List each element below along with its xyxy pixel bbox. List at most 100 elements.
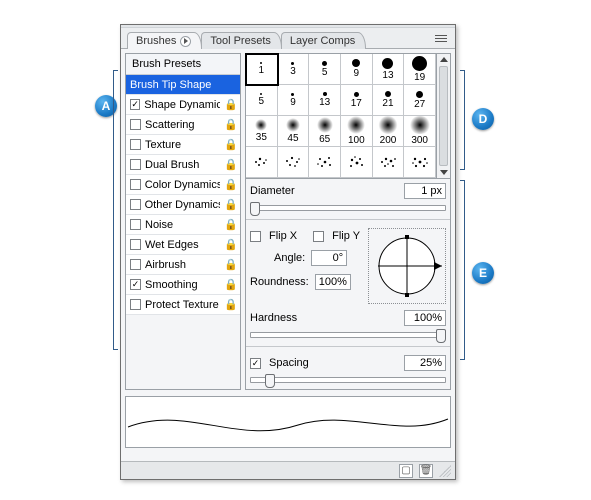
spacing-input[interactable]: [404, 355, 446, 371]
spatter-icon: [346, 154, 366, 170]
spatter-icon: [410, 154, 430, 170]
sidebar-item-smoothing[interactable]: Smoothing 🔒: [126, 275, 240, 295]
swatch[interactable]: 9: [341, 54, 373, 85]
checkbox[interactable]: [130, 259, 141, 270]
brush-stroke-preview: [125, 396, 451, 448]
swatch[interactable]: 65: [309, 116, 341, 147]
lock-icon[interactable]: 🔒: [224, 178, 236, 191]
tab-brushes[interactable]: Brushes: [127, 32, 202, 49]
swatch[interactable]: 17: [341, 85, 373, 116]
resize-grip[interactable]: [439, 465, 451, 477]
sidebar-item-wet-edges[interactable]: Wet Edges 🔒: [126, 235, 240, 255]
spacing-checkbox[interactable]: [250, 358, 261, 369]
lock-icon[interactable]: 🔒: [224, 98, 236, 111]
swatch[interactable]: 9: [278, 85, 310, 116]
new-preset-icon[interactable]: ▢: [399, 464, 413, 478]
lock-icon[interactable]: 🔒: [224, 138, 236, 151]
swatch[interactable]: [309, 147, 341, 178]
lock-icon[interactable]: 🔒: [224, 238, 236, 251]
sidebar-item-airbrush[interactable]: Airbrush 🔒: [126, 255, 240, 275]
flipx-checkbox[interactable]: [250, 231, 261, 242]
swatch[interactable]: [373, 147, 405, 178]
sidebar-item-noise[interactable]: Noise 🔒: [126, 215, 240, 235]
lock-icon[interactable]: 🔒: [224, 218, 236, 231]
roundness-input[interactable]: [315, 274, 351, 290]
sidebar-item-scattering[interactable]: Scattering 🔒: [126, 115, 240, 135]
scroll-up-icon[interactable]: [440, 57, 448, 62]
trash-icon[interactable]: 🗑: [419, 464, 433, 478]
grid-scrollbar[interactable]: [437, 53, 451, 179]
sidebar-item-color-dynamics[interactable]: Color Dynamics 🔒: [126, 175, 240, 195]
diameter-input[interactable]: [404, 183, 446, 199]
swatch[interactable]: 100: [341, 116, 373, 147]
swatch[interactable]: 13: [373, 54, 405, 85]
sidebar-item-protect-texture[interactable]: Protect Texture 🔒: [126, 295, 240, 315]
lock-icon[interactable]: 🔒: [224, 198, 236, 211]
swatch[interactable]: 27: [404, 85, 436, 116]
swatch[interactable]: 5: [246, 85, 278, 116]
sidebar-header[interactable]: Brush Presets: [126, 54, 240, 75]
tab-bar: Brushes Tool Presets Layer Comps: [121, 28, 455, 48]
bracket-a: [113, 70, 118, 350]
checkbox[interactable]: [130, 299, 141, 310]
swatch[interactable]: [278, 147, 310, 178]
angle-input[interactable]: [311, 250, 347, 266]
spacing-slider[interactable]: [250, 377, 446, 383]
brush-tip-settings: 1 3 5 9 13 19 5 9 13 17 21 27: [245, 53, 451, 390]
swatch[interactable]: 21: [373, 85, 405, 116]
checkbox[interactable]: [130, 119, 141, 130]
scroll-thumb[interactable]: [439, 66, 448, 166]
sidebar-item-texture[interactable]: Texture 🔒: [126, 135, 240, 155]
checkbox[interactable]: [130, 239, 141, 250]
checkbox[interactable]: [130, 199, 141, 210]
spatter-icon: [315, 154, 335, 170]
swatch[interactable]: 1: [246, 54, 278, 85]
checkbox[interactable]: [130, 99, 140, 110]
angle-control[interactable]: [368, 228, 446, 304]
swatch[interactable]: 3: [278, 54, 310, 85]
swatch[interactable]: 13: [309, 85, 341, 116]
swatch[interactable]: 19: [404, 54, 436, 85]
sidebar-item-brush-tip-shape[interactable]: Brush Tip Shape 🔒: [126, 75, 240, 95]
roundness-label: Roundness:: [250, 276, 309, 288]
swatch[interactable]: [404, 147, 436, 178]
checkbox[interactable]: [130, 219, 141, 230]
checkbox[interactable]: [130, 279, 141, 290]
panel-menu-icon[interactable]: [435, 31, 451, 45]
tab-layer-comps[interactable]: Layer Comps: [281, 32, 366, 49]
swatch[interactable]: [341, 147, 373, 178]
checkbox[interactable]: [130, 139, 141, 150]
lock-icon[interactable]: 🔒: [224, 298, 236, 311]
flipx-label: Flip X: [269, 230, 297, 242]
flipy-checkbox[interactable]: [313, 231, 324, 242]
lock-icon[interactable]: 🔒: [224, 158, 236, 171]
lock-icon[interactable]: 🔒: [224, 258, 236, 271]
swatch[interactable]: 35: [246, 116, 278, 147]
swatch[interactable]: 200: [373, 116, 405, 147]
callout-e: E: [472, 262, 494, 284]
hardness-input[interactable]: [404, 310, 446, 326]
tab-tool-presets[interactable]: Tool Presets: [201, 32, 282, 49]
swatch[interactable]: 45: [278, 116, 310, 147]
sidebar-item-shape-dynamics[interactable]: Shape Dynamics 🔒: [126, 95, 240, 115]
swatch[interactable]: [246, 147, 278, 178]
sidebar-item-other-dynamics[interactable]: Other Dynamics 🔒: [126, 195, 240, 215]
brush-preset-grid[interactable]: 1 3 5 9 13 19 5 9 13 17 21 27: [245, 53, 437, 179]
scroll-down-icon[interactable]: [440, 170, 448, 175]
swatch[interactable]: 5: [309, 54, 341, 85]
lock-icon[interactable]: 🔒: [224, 278, 236, 291]
sidebar-item-dual-brush[interactable]: Dual Brush 🔒: [126, 155, 240, 175]
diameter-slider[interactable]: [250, 205, 446, 211]
callout-d: D: [472, 108, 494, 130]
lock-icon[interactable]: 🔒: [224, 118, 236, 131]
checkbox[interactable]: [130, 159, 141, 170]
hardness-label: Hardness: [250, 312, 297, 324]
spatter-icon: [251, 154, 271, 170]
bracket-d: [460, 70, 465, 170]
swatch[interactable]: 300: [404, 116, 436, 147]
diameter-label: Diameter: [250, 185, 295, 197]
hardness-slider[interactable]: [250, 332, 446, 338]
checkbox[interactable]: [130, 179, 141, 190]
play-icon[interactable]: [180, 36, 191, 47]
panel-status-bar: ▢ 🗑: [121, 461, 455, 479]
